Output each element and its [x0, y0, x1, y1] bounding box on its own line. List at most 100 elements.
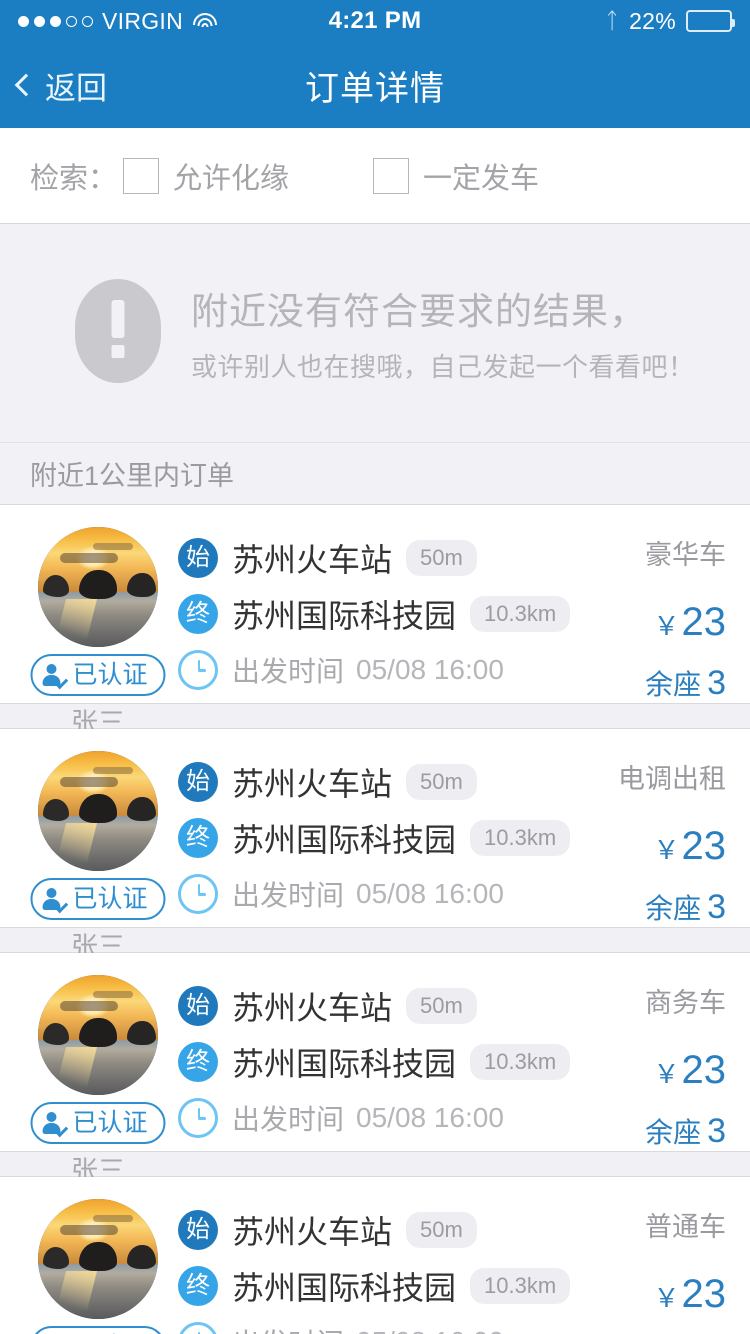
- departure-time-value: 05/08 16:00: [356, 1326, 504, 1334]
- car-type-label: 豪华车: [645, 540, 726, 570]
- status-bar-left: VIRGIN: [18, 8, 329, 35]
- end-place: 苏州国际科技园: [232, 822, 457, 858]
- section-header: 附近1公里内订单: [0, 443, 750, 505]
- avatar[interactable]: [38, 751, 158, 871]
- route-block: 始苏州火车站 50m 终苏州国际科技园 10.3km 出发时间 05/08 16:00: [172, 1199, 578, 1334]
- status-bar: VIRGIN 4:21 PM ᛏ 22%: [0, 0, 750, 42]
- order-list: 已认证 张三始苏州火车站 50m 终苏州国际科技园 10.3km 出发时间 05/08 16…: [0, 505, 750, 1334]
- driver-block: 已认证张三: [24, 527, 172, 740]
- departure-time-label: 出发时间: [232, 1322, 344, 1334]
- start-place: 苏州火车站: [232, 990, 393, 1026]
- start-distance-pill: 50m: [406, 764, 477, 800]
- route-row-start: 始苏州火车站 50m: [178, 755, 578, 809]
- price-number: 23: [681, 1048, 727, 1092]
- verified-badge-label: 已认证: [72, 884, 148, 913]
- battery-icon: [686, 10, 735, 32]
- price-value: ￥23: [578, 602, 726, 642]
- verified-badge-label: 已认证: [72, 660, 148, 689]
- price-number: 23: [681, 1272, 727, 1316]
- price-value: ￥23: [578, 1274, 726, 1314]
- start-marker-icon: 始: [178, 986, 218, 1026]
- remaining-seats-label: 余座: [645, 669, 702, 700]
- currency-symbol: ￥: [653, 1059, 680, 1089]
- currency-symbol: ￥: [653, 835, 680, 865]
- wifi-icon: [192, 12, 217, 31]
- remaining-seats-count: 3: [707, 888, 726, 926]
- end-marker-icon: 终: [178, 1042, 218, 1082]
- end-place: 苏州国际科技园: [232, 1046, 457, 1082]
- signal-strength-icon: [18, 15, 93, 27]
- verified-badge: 已认证: [30, 878, 166, 920]
- start-distance-pill: 50m: [406, 988, 477, 1024]
- page-title: 订单详情: [305, 69, 445, 108]
- empty-state-primary: 附近没有符合要求的结果，: [191, 291, 647, 332]
- start-distance-pill: 50m: [406, 1212, 477, 1248]
- empty-state: 附近没有符合要求的结果， 或许别人也在搜哦，自己发起一个看看吧！: [0, 224, 750, 443]
- departure-time-label: 出发时间: [232, 1104, 345, 1135]
- checkbox-guaranteed-departure[interactable]: [373, 157, 410, 194]
- driver-block: 已认证张三: [24, 751, 172, 964]
- departure-time-value: 05/08 16:00: [356, 654, 504, 685]
- clock-icon: [178, 874, 218, 914]
- route-row-time: 出发时间 05/08 16:00: [178, 1315, 578, 1334]
- start-place: 苏州火车站: [232, 542, 393, 578]
- remaining-seats: 余座 3: [578, 1114, 726, 1148]
- back-button-label: 返回: [45, 70, 107, 106]
- route-row-time: 出发时间 05/08 16:00: [178, 867, 578, 921]
- carrier-label: VIRGIN: [102, 7, 184, 34]
- remaining-seats: 余座 3: [578, 666, 726, 700]
- end-distance-pill: 10.3km: [470, 820, 571, 856]
- driver-block: 已认证张三: [24, 1199, 172, 1334]
- currency-symbol: ￥: [653, 611, 680, 641]
- verified-badge: 已认证: [30, 1102, 166, 1144]
- filter-option-guaranteed-departure[interactable]: 一定发车: [373, 155, 539, 197]
- back-button[interactable]: 返回: [0, 63, 107, 108]
- route-row-end: 终苏州国际科技园 10.3km: [178, 587, 578, 641]
- clock-icon: [178, 650, 218, 690]
- order-meta-block: 电调出租 ￥23 余座 3: [578, 751, 726, 924]
- avatar[interactable]: [38, 975, 158, 1095]
- price-value: ￥23: [578, 826, 726, 866]
- route-row-time: 出发时间 05/08 16:00: [178, 1091, 578, 1145]
- battery-percent-label: 22%: [629, 7, 676, 34]
- end-distance-pill: 10.3km: [470, 596, 571, 632]
- order-card[interactable]: 已认证张三始苏州火车站 50m 终苏州国际科技园 10.3km 出发时间 05/08 16…: [0, 505, 750, 738]
- verified-badge: 已认证: [30, 1326, 166, 1334]
- order-card[interactable]: 已认证张三始苏州火车站 50m 终苏州国际科技园 10.3km 出发时间 05/08 16…: [0, 953, 750, 1186]
- car-type-label: 商务车: [645, 988, 726, 1018]
- departure-time-value: 05/08 16:00: [356, 1102, 504, 1133]
- user-check-icon: [42, 663, 69, 690]
- order-meta-block: 豪华车 ￥23 余座 3: [578, 527, 726, 700]
- empty-state-secondary: 或许别人也在搜哦，自己发起一个看看吧！: [191, 352, 695, 382]
- filter-option-allow-donation[interactable]: 允许化缘: [123, 155, 289, 197]
- user-check-icon: [42, 1111, 69, 1138]
- checkbox-allow-donation[interactable]: [123, 157, 160, 194]
- start-marker-icon: 始: [178, 762, 218, 802]
- price-number: 23: [681, 600, 727, 644]
- route-row-end: 终苏州国际科技园 10.3km: [178, 1035, 578, 1089]
- avatar[interactable]: [38, 1199, 158, 1319]
- end-marker-icon: 终: [178, 1266, 218, 1306]
- remaining-seats: 余座 3: [578, 890, 726, 924]
- exclamation-icon: [75, 279, 161, 383]
- currency-symbol: ￥: [653, 1283, 680, 1313]
- route-row-end: 终苏州国际科技园 10.3km: [178, 811, 578, 865]
- remaining-seats-label: 余座: [645, 1117, 702, 1148]
- route-row-time: 出发时间 05/08 16:00: [178, 643, 578, 697]
- filter-bar: 检索： 允许化缘 一定发车: [0, 128, 750, 224]
- order-card[interactable]: 已认证张三始苏州火车站 50m 终苏州国际科技园 10.3km 出发时间 05/08 16…: [0, 1177, 750, 1334]
- order-meta-block: 商务车 ￥23 余座 3: [578, 975, 726, 1148]
- car-type-label: 电调出租: [618, 764, 726, 794]
- price-value: ￥23: [578, 1050, 726, 1090]
- end-marker-icon: 终: [178, 594, 218, 634]
- avatar[interactable]: [38, 527, 158, 647]
- end-marker-icon: 终: [178, 818, 218, 858]
- empty-state-text: 附近没有符合要求的结果， 或许别人也在搜哦，自己发起一个看看吧！: [191, 277, 695, 384]
- departure-time-label: 出发时间: [232, 656, 345, 687]
- order-card[interactable]: 已认证张三始苏州火车站 50m 终苏州国际科技园 10.3km 出发时间 05/08 16…: [0, 729, 750, 962]
- route-row-start: 始苏州火车站 50m: [178, 1203, 578, 1257]
- start-distance-pill: 50m: [406, 540, 477, 576]
- start-marker-icon: 始: [178, 538, 218, 578]
- end-distance-pill: 10.3km: [470, 1268, 571, 1304]
- route-row-end: 终苏州国际科技园 10.3km: [178, 1259, 578, 1313]
